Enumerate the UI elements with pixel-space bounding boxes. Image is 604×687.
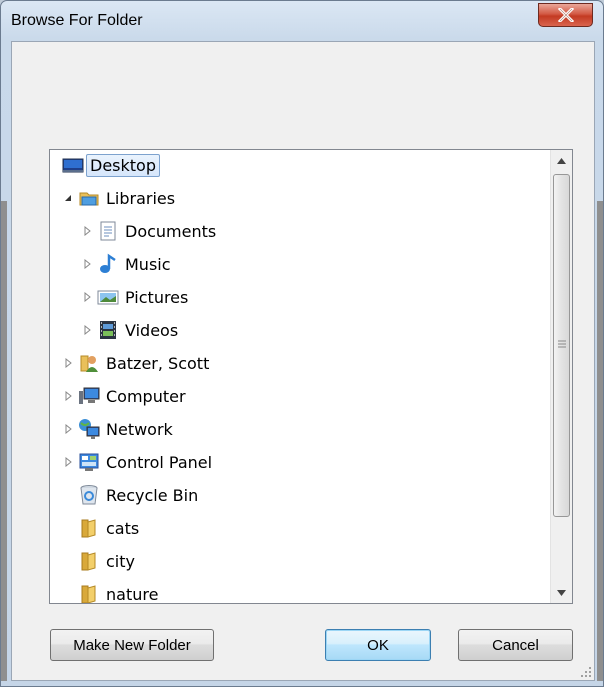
collapsed-arrow-icon[interactable] [81,258,93,270]
ok-button[interactable]: OK [325,629,431,661]
tree-item-label: Pictures [125,287,189,307]
folder-icon [78,550,100,572]
tree-item-pictures[interactable]: Pictures [81,282,188,312]
tree-item-music[interactable]: Music [81,249,171,279]
tree-item-label: Recycle Bin [106,485,199,505]
music-icon [97,253,119,275]
expanded-arrow-icon[interactable] [62,192,74,204]
tree-item-videos[interactable]: Videos [81,315,178,345]
tree-item-folder-city[interactable]: city [78,546,135,576]
scroll-up-button[interactable] [553,152,570,169]
tree-item-desktop[interactable]: Desktop [62,150,160,180]
control-panel-icon [78,451,100,473]
recycle-bin-icon [78,484,100,506]
scroll-down-arrow-icon [557,589,566,596]
browse-for-folder-window: Browse For Folder Desktop Libraries Docu… [0,0,604,687]
tree-item-label: Batzer, Scott [106,353,210,373]
tree-item-label: Libraries [106,188,176,208]
tree-item-label: Music [125,254,171,274]
tree-item-label: cats [106,518,140,538]
dialog-client-area: Desktop Libraries Documents Music Pictur… [11,41,595,681]
tree-item-folder-nature[interactable]: nature [78,579,159,604]
close-button[interactable] [538,3,593,27]
tree-item-label: nature [106,584,159,604]
grip-icon [558,340,566,348]
tree-item-computer[interactable]: Computer [62,381,186,411]
desktop-icon [62,154,84,176]
videos-icon [97,319,119,341]
tree-item-label: Control Panel [106,452,213,472]
collapsed-arrow-icon[interactable] [62,456,74,468]
collapsed-arrow-icon[interactable] [62,390,74,402]
tree-item-label: Computer [106,386,186,406]
tree-item-network[interactable]: Network [62,414,173,444]
tree-item-label: Documents [125,221,217,241]
cancel-button[interactable]: Cancel [458,629,573,661]
frame-edge-right [597,201,603,681]
vertical-scrollbar[interactable] [550,150,572,603]
tree-item-label: Network [106,419,173,439]
make-new-folder-button[interactable]: Make New Folder [50,629,214,661]
user-folder-icon [78,352,100,374]
collapsed-arrow-icon[interactable] [81,324,93,336]
tree-item-documents[interactable]: Documents [81,216,216,246]
close-icon [558,8,574,22]
folder-tree[interactable]: Desktop Libraries Documents Music Pictur… [49,149,573,604]
tree-item-recycle-bin[interactable]: Recycle Bin [78,480,198,510]
collapsed-arrow-icon[interactable] [81,225,93,237]
collapsed-arrow-icon[interactable] [81,291,93,303]
tree-item-label: city [106,551,135,571]
tree-item-label: Videos [125,320,179,340]
folder-icon [78,583,100,603]
tree-item-libraries[interactable]: Libraries [62,183,175,213]
window-title: Browse For Folder [11,12,143,29]
pictures-icon [97,286,119,308]
documents-icon [97,220,119,242]
tree-item-folder-cats[interactable]: cats [78,513,139,543]
tree-item-control-panel[interactable]: Control Panel [62,447,212,477]
tree-item-user-folder[interactable]: Batzer, Scott [62,348,209,378]
network-icon [78,418,100,440]
scroll-down-button[interactable] [553,584,570,601]
folder-icon [78,517,100,539]
computer-icon [78,385,100,407]
collapsed-arrow-icon[interactable] [62,357,74,369]
tree-item-label: Desktop [86,153,160,177]
resize-grip-icon[interactable] [580,666,592,678]
collapsed-arrow-icon[interactable] [62,423,74,435]
title-bar[interactable]: Browse For Folder [1,1,603,41]
scroll-up-arrow-icon [557,157,566,164]
frame-edge-left [1,201,7,681]
libraries-icon [78,187,100,209]
scrollbar-thumb[interactable] [553,174,570,517]
